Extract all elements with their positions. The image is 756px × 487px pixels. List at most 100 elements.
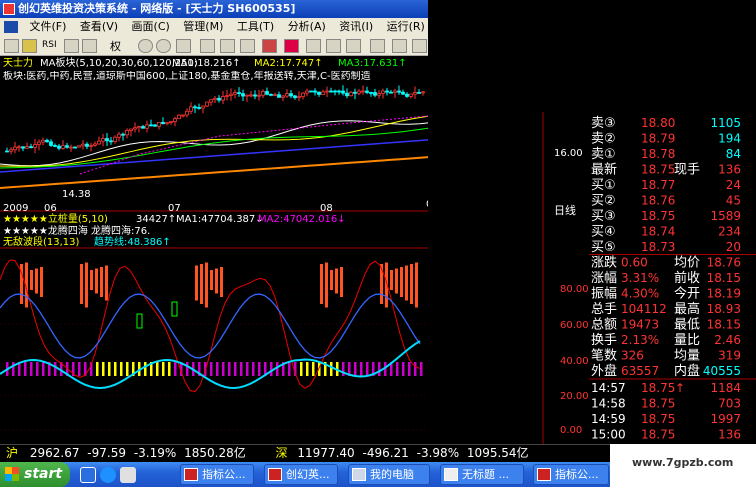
candle: [409, 93, 413, 97]
signal-bar: [90, 270, 93, 290]
toolbar: RSI 权: [0, 36, 428, 56]
stat-label: 总手: [591, 302, 617, 317]
candle: [5, 150, 9, 153]
band-bar: [288, 362, 291, 376]
ma3-value: MA3:17.631↑: [338, 58, 407, 69]
stat-label: 今开: [674, 286, 700, 302]
menu-analysis[interactable]: 分析(A): [283, 18, 331, 36]
signal-bar: [410, 264, 413, 304]
task-indicator-1[interactable]: 指标公...: [180, 464, 254, 485]
signal-bar: [390, 270, 393, 290]
stat-value: 18.93: [707, 302, 741, 316]
signal-bar: [340, 267, 343, 297]
folder-icon[interactable]: [22, 39, 37, 53]
task-untitled[interactable]: 无标题 ...: [440, 464, 524, 485]
signal-bar: [85, 262, 88, 308]
split-icon[interactable]: [392, 39, 407, 53]
candle: [81, 143, 85, 147]
app-icon: [184, 468, 198, 481]
sector-text: 板块:医药,中药,民营,道琼斯中国600,上证180,基金重仓,年报送转,天津,…: [3, 71, 371, 82]
candle: [213, 97, 217, 101]
candle: [417, 92, 421, 94]
stat-label: 笔数: [591, 348, 617, 364]
buy-volume: 45: [726, 194, 741, 208]
signal-bar: [40, 267, 43, 297]
window-icon[interactable]: [200, 39, 215, 53]
menu-bar: 文件(F) 查看(V) 画面(C) 管理(M) 工具(T) 分析(A) 资讯(I…: [0, 18, 428, 36]
system-menu-icon[interactable]: [4, 21, 18, 33]
panel-icon[interactable]: [370, 39, 385, 53]
price-tick: 16.00: [554, 148, 583, 159]
band-bar: [174, 362, 177, 376]
indicator1-line2: ★★★★★龙腾四海 龙腾四海:76.: [3, 226, 151, 237]
menu-manage[interactable]: 管理(M): [178, 18, 228, 36]
x-label-08: 08: [320, 203, 333, 214]
more-icon[interactable]: [412, 39, 427, 53]
stat-label: 最高: [674, 301, 700, 317]
circle-icon[interactable]: [138, 39, 153, 53]
buy-price: 18.77: [641, 178, 675, 192]
table-icon[interactable]: [82, 39, 97, 53]
task-indicator-2[interactable]: 指标公...: [533, 464, 609, 485]
notepad-icon: [444, 468, 458, 481]
band-bar: [396, 362, 399, 376]
signal-bar: [210, 270, 213, 290]
ma1-value: MA1:18.216↑: [172, 58, 241, 69]
candle: [341, 90, 345, 94]
candle: [69, 146, 73, 149]
alert-icon[interactable]: [284, 39, 299, 53]
candle: [13, 146, 17, 151]
menu-view[interactable]: 查看(V): [75, 18, 123, 36]
sell-label: 卖③: [591, 116, 616, 131]
sell-label: 卖①: [591, 147, 616, 162]
task-my-computer[interactable]: 我的电脑: [348, 464, 430, 485]
signal-bar: [205, 262, 208, 308]
menu-file[interactable]: 文件(F): [25, 18, 72, 36]
sh-index: 2962.67: [29, 446, 80, 460]
chart-area[interactable]: 09 天士力 MA板块(5,10,20,30,60,120,250) MA1:1…: [0, 56, 428, 444]
stat-value: 326: [621, 349, 644, 363]
signal-bar: [35, 268, 38, 294]
rights-button[interactable]: 权: [110, 38, 121, 54]
pen-icon[interactable]: [306, 39, 321, 53]
candle: [85, 143, 89, 147]
signal-bar: [335, 268, 338, 294]
menu-run[interactable]: 运行(R): [382, 18, 428, 36]
start-button[interactable]: start: [0, 462, 70, 487]
rsi-button[interactable]: RSI: [42, 40, 57, 50]
menu-screen[interactable]: 画面(C): [127, 18, 175, 36]
media-icon[interactable]: [120, 467, 136, 483]
back-icon[interactable]: [4, 39, 19, 53]
grid-icon[interactable]: [176, 39, 191, 53]
indicator2-trend: 趋势线:48.386↑: [94, 237, 171, 248]
layout-icon[interactable]: [346, 39, 361, 53]
sell-volume: 84: [726, 147, 741, 161]
desktop-icon[interactable]: [80, 467, 96, 483]
monitor-icon[interactable]: [240, 39, 255, 53]
title-bar: 创幻英维投资决策系统 - 网络版 - [天士力 SH600535]: [0, 0, 428, 18]
book-icon[interactable]: [220, 39, 235, 53]
menu-tools[interactable]: 工具(T): [232, 18, 279, 36]
menu-info[interactable]: 资讯(I): [334, 18, 378, 36]
band-bar: [30, 362, 33, 376]
candle: [225, 95, 229, 97]
candle: [185, 110, 189, 116]
sz-index: 11977.40: [297, 446, 355, 460]
task-app[interactable]: 创幻英...: [264, 464, 338, 485]
buy-label: 买①: [591, 178, 616, 193]
globe-icon[interactable]: [262, 39, 277, 53]
chart-canvas[interactable]: 09: [0, 56, 428, 444]
stat-value: 3.31%: [621, 271, 659, 285]
list-icon[interactable]: [326, 39, 341, 53]
chart-icon[interactable]: [64, 39, 79, 53]
candle: [201, 105, 205, 109]
ring-icon[interactable]: [156, 39, 171, 53]
band-bar: [78, 362, 81, 376]
candle: [113, 136, 117, 142]
buy-price: 18.73: [641, 240, 675, 254]
sz-label: 深: [275, 446, 288, 460]
low-label: 14.38: [62, 189, 91, 200]
band-bar: [54, 362, 57, 376]
ie-icon[interactable]: [100, 467, 116, 483]
latest-label: 最新: [591, 162, 617, 178]
